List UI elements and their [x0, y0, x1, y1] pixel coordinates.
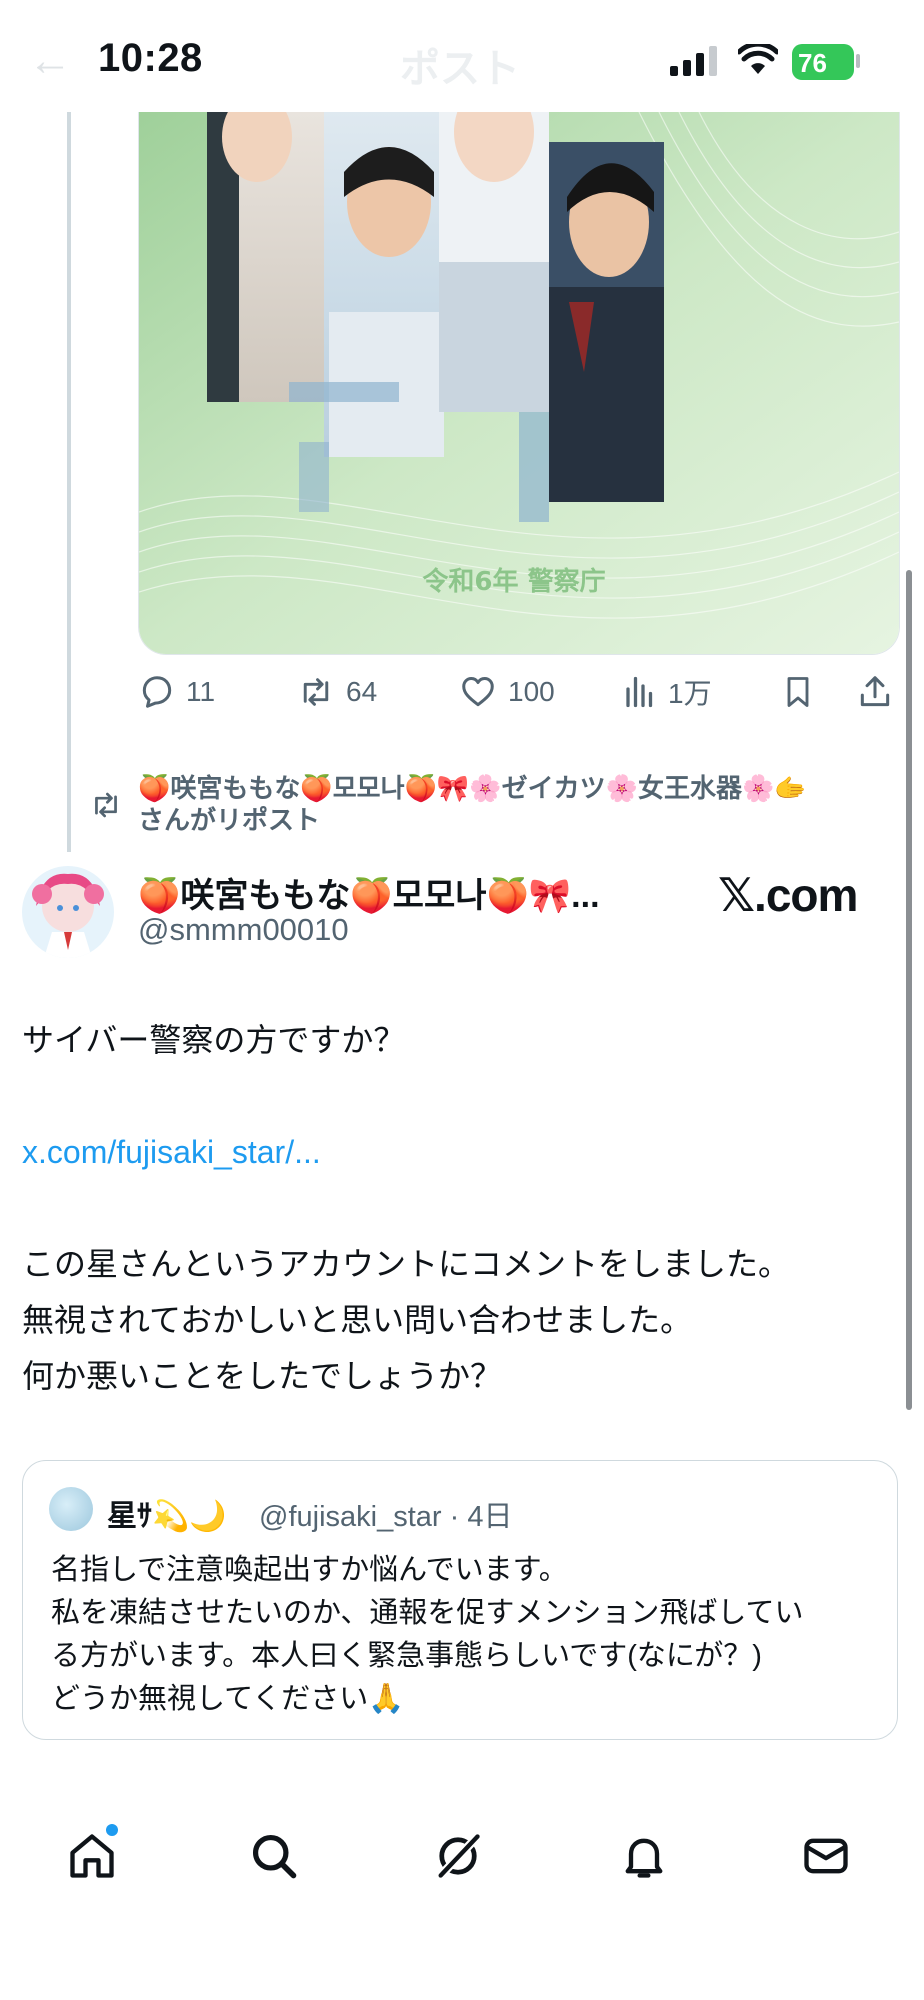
avatar[interactable]: [22, 866, 114, 958]
bookmark-button[interactable]: [780, 672, 816, 712]
reply-icon: [142, 676, 172, 708]
bottom-tab-bar: [0, 1800, 924, 1900]
status-bar: ← ポスト 10:28 76: [0, 0, 924, 112]
quoted-avatar: [49, 1487, 93, 1531]
view-count: 1万: [668, 678, 712, 709]
search-icon[interactable]: [248, 1830, 300, 1882]
grok-icon[interactable]: [432, 1830, 484, 1882]
repost-banner[interactable]: 🍑咲宮ももな🍑모모나🍑🎀🌸ゼイカツ🌸女王水器🌸🫱 さんがリポスト: [138, 772, 878, 836]
reply-count: 11: [186, 676, 216, 707]
share-button[interactable]: [856, 672, 894, 712]
repost-indicator-icon: [95, 792, 117, 818]
anime-avatar-image: [22, 866, 114, 958]
battery-level: 76: [798, 48, 827, 78]
analytics-icon: [626, 676, 653, 708]
page-title: ポスト: [400, 47, 520, 91]
post-line: 何か悪いことをしたでしょうか？: [22, 1358, 503, 1394]
home-icon[interactable]: [66, 1830, 118, 1882]
wifi-icon: [738, 44, 778, 74]
post-line: サイバー警察の方ですか？: [22, 1022, 406, 1058]
battery-tip: [856, 54, 860, 68]
x-com-watermark: 𝕏.com: [718, 869, 858, 921]
post-line: 無視されておかしいと思い問い合わせました。: [22, 1302, 693, 1338]
bookmark-icon: [787, 677, 809, 707]
share-icon: [860, 676, 890, 707]
reposted-label: さんがリポスト: [138, 805, 321, 835]
reposter-name: 🍑咲宮ももな🍑모모나🍑🎀🌸ゼイカツ🌸女王水器🌸🫱: [138, 773, 807, 803]
repost-button[interactable]: 64: [296, 672, 377, 712]
quoted-text: 名指しで注意喚起出すか悩んでいます。 私を凍結させたいのか、通報を促すメンション…: [51, 1549, 881, 1721]
author-name[interactable]: 🍑咲宮ももな🍑모모나🍑🎀...: [138, 868, 600, 917]
post-line: この星さんというアカウントにコメントをしました。: [22, 1246, 791, 1282]
poster-caption: 令和6年 警察庁: [422, 566, 605, 597]
quoted-line: 私を凍結させたいのか、通報を促すメンション飛ばしてい: [51, 1597, 804, 1629]
battery-indicator: 76: [792, 44, 854, 80]
views-button[interactable]: 1万: [622, 672, 712, 712]
repost-icon: [303, 678, 329, 706]
mail-icon[interactable]: [800, 1830, 852, 1882]
bell-icon[interactable]: [618, 1830, 670, 1882]
post-text: サイバー警察の方ですか？ x.com/fujisaki_star/... この星…: [22, 1012, 902, 1404]
like-count: 100: [508, 676, 555, 707]
scrollbar[interactable]: [906, 570, 912, 1410]
like-button[interactable]: 100: [458, 672, 555, 712]
post-media-image[interactable]: 令和6年 警察庁: [138, 112, 900, 655]
quoted-line: 名指しで注意喚起出すか悩んでいます。: [51, 1554, 568, 1586]
thread-connector-line: [67, 112, 71, 852]
quoted-handle-date: @fujisaki_star · 4日: [259, 1501, 513, 1533]
status-time: 10:28: [98, 36, 203, 80]
reply-button[interactable]: 11: [138, 672, 215, 712]
repost-count: 64: [346, 676, 378, 707]
quoted-post[interactable]: 星ｻ💫🌙 @fujisaki_star · 4日 名指しで注意喚起出すか悩んでい…: [22, 1460, 898, 1740]
back-arrow-icon[interactable]: ←: [28, 36, 72, 86]
cellular-signal-icon: [670, 46, 717, 76]
heart-icon: [462, 677, 494, 707]
quoted-author-name: 星ｻ💫🌙: [107, 1500, 227, 1533]
quoted-line: どうか無視してください🙏: [51, 1683, 405, 1715]
author-handle[interactable]: @smmm00010: [138, 912, 349, 948]
poster-illustration: 令和6年 警察庁: [139, 112, 899, 654]
home-notification-dot: [106, 1824, 118, 1836]
post-link[interactable]: x.com/fujisaki_star/...: [22, 1124, 902, 1180]
quoted-line: る方がいます。本人曰く緊急事態らしいです(なにが？): [51, 1640, 762, 1672]
